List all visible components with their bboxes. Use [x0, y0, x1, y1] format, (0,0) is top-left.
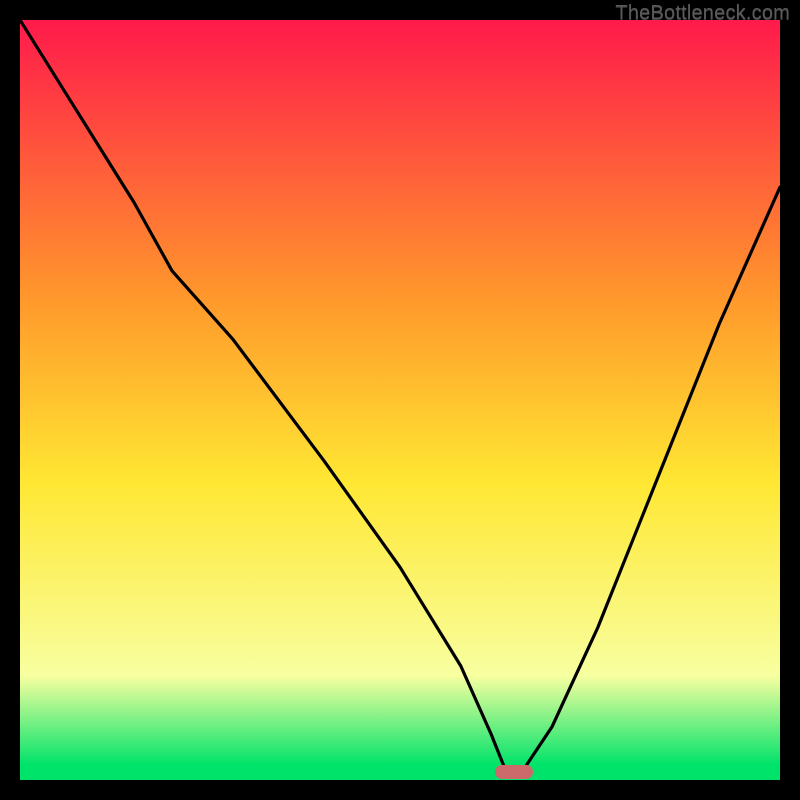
plot-area [20, 20, 780, 780]
min-marker [495, 765, 533, 779]
chart-frame: TheBottleneck.com [0, 0, 800, 800]
bottleneck-curve [20, 20, 780, 772]
curve-svg [20, 20, 780, 780]
